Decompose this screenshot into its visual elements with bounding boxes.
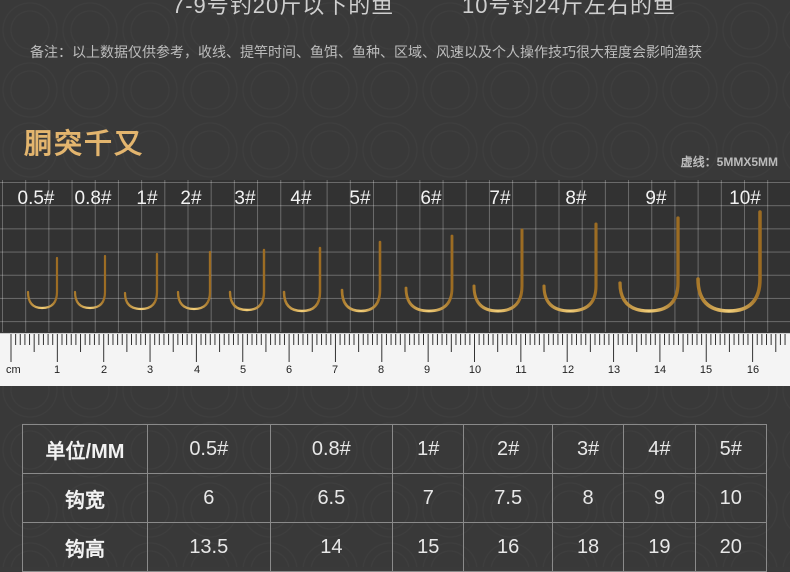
ruler-number: 14: [653, 364, 667, 376]
hook-icon: [618, 216, 680, 313]
table-cell: 15: [392, 522, 465, 572]
ruler-number: 7: [331, 364, 339, 376]
table-header-cell: 3#: [551, 424, 625, 474]
table-header-cell: 2#: [463, 424, 553, 474]
table-cell: 8: [551, 473, 625, 523]
table-cell: 19: [623, 522, 696, 572]
table-cell: 7.5: [463, 473, 553, 523]
hook-icon: [228, 248, 266, 312]
top-caption-left: 7-9号钓20斤以下的鱼: [172, 0, 395, 18]
hook-icon: [282, 246, 322, 313]
table-row-label: 钩高: [22, 522, 148, 572]
table-header-cell: 0.8#: [269, 424, 394, 474]
table-cell: 14: [269, 522, 394, 572]
ruler-number: 8: [377, 364, 385, 376]
table-cell: 16: [463, 522, 553, 572]
hook-icon: [340, 240, 382, 313]
table-header-cell: 4#: [623, 424, 696, 474]
hook-icon: [696, 210, 762, 313]
top-caption-right: 10号钓24斤左右的鱼: [462, 0, 676, 18]
disclaimer-note: 备注：以上数据仅供参考，收线、提竿时间、鱼饵、鱼种、区域、风速以及个人操作技巧很…: [30, 44, 702, 60]
ruler-number: 11: [515, 364, 527, 376]
ruler-number: 3: [146, 364, 154, 376]
table-cell: 18: [551, 522, 625, 572]
hook-icon: [472, 228, 524, 313]
table-header-cell: 5#: [694, 424, 768, 474]
table-cell: 7: [392, 473, 465, 523]
table-row: 钩宽 6 6.5 7 7.5 8 9 10: [22, 473, 768, 523]
ruler-number: 1: [53, 364, 61, 376]
table-row: 钩高 13.5 14 15 16 18 19 20: [22, 522, 768, 572]
ruler-number: 16: [746, 364, 760, 376]
hooks-illustration: [26, 210, 762, 313]
ruler-number: 15: [699, 364, 713, 376]
table-header-cell: 0.5#: [147, 424, 271, 474]
table-header-cell: 单位/MM: [22, 424, 148, 474]
hook-icon: [123, 252, 159, 311]
ruler-unit: cm: [6, 364, 21, 376]
ruler-number: 4: [193, 364, 201, 376]
hook-icon: [73, 254, 107, 310]
hook-icon: [404, 234, 454, 313]
section-title: 胴突千又: [24, 128, 145, 159]
ruler-ticks: [10, 334, 786, 362]
ruler: cm 1 2 3 4 5 6 7 8 9 10 11 12 13 14 15 1…: [0, 333, 790, 386]
table-cell: 20: [694, 522, 768, 572]
table-cell: 6.5: [269, 473, 394, 523]
top-caption: 7-9号钓20斤以下的鱼 10号钓24斤左右的鱼: [0, 0, 790, 18]
table-header-row: 单位/MM 0.5# 0.8# 1# 2# 3# 4# 5#: [22, 424, 768, 474]
grid-scale-note: 虚线：5MMX5MM: [680, 155, 778, 169]
table-cell: 9: [623, 473, 696, 523]
ruler-number: 10: [468, 364, 482, 376]
hook-spec-table: 单位/MM 0.5# 0.8# 1# 2# 3# 4# 5# 钩宽 6 6.5 …: [22, 424, 768, 572]
table-header-cell: 1#: [392, 424, 465, 474]
table-cell: 6: [147, 473, 271, 523]
table-cell: 10: [694, 473, 768, 523]
ruler-number: 5: [239, 364, 247, 376]
hook-icon: [542, 222, 598, 313]
ruler-number: 2: [100, 364, 108, 376]
ruler-number: 13: [607, 364, 621, 376]
hook-icon: [176, 250, 212, 311]
hook-icon: [26, 256, 59, 310]
ruler-number: 12: [561, 364, 575, 376]
table-row-label: 钩宽: [22, 473, 148, 523]
ruler-number: 9: [423, 364, 431, 376]
table-cell: 13.5: [147, 522, 271, 572]
ruler-number: 6: [285, 364, 293, 376]
